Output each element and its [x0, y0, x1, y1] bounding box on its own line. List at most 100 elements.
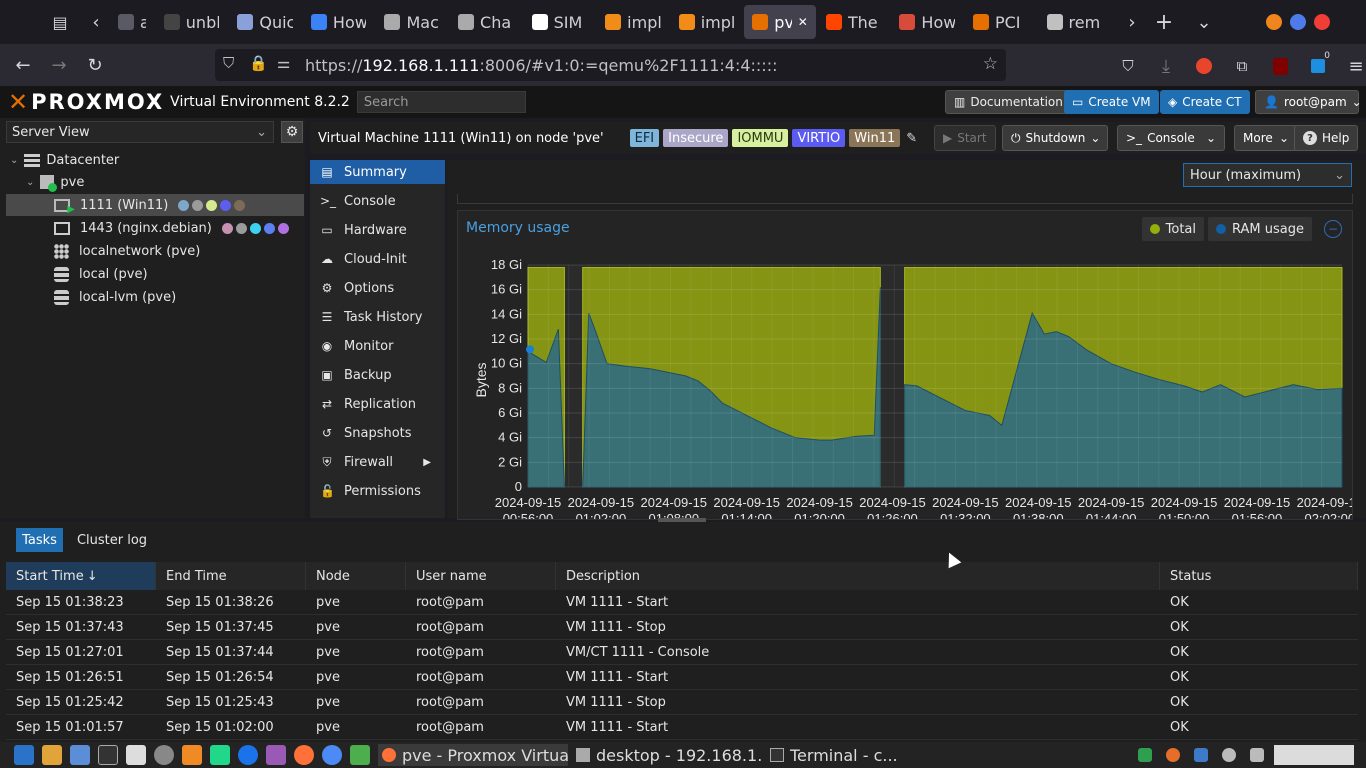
- terminal-app-icon[interactable]: [98, 745, 118, 765]
- menu-item-firewall[interactable]: ⛨ Firewall ▶: [310, 450, 445, 474]
- table-row[interactable]: Sep 15 01:25:42 Sep 15 01:25:43 pve root@pa…: [6, 690, 1358, 715]
- app-icon-infinity[interactable]: [266, 745, 286, 765]
- tree-item[interactable]: ▶ 1111 (Win11): [54, 194, 246, 216]
- tray-clock[interactable]: [1274, 745, 1354, 765]
- files-icon[interactable]: [42, 745, 62, 765]
- tree-datacenter[interactable]: ⌄ Datacenter: [10, 149, 119, 171]
- browser-tab[interactable]: pv ✕: [744, 5, 816, 39]
- bookmark-star-icon[interactable]: ☆: [983, 54, 998, 74]
- menu-item-snapshots[interactable]: ↺ Snapshots: [310, 421, 445, 445]
- vm-tag[interactable]: EFI: [629, 129, 660, 147]
- minimize-button[interactable]: [1266, 14, 1282, 30]
- edit-tags-pencil-icon[interactable]: ✎: [906, 131, 917, 146]
- close-window-button[interactable]: [1314, 14, 1330, 30]
- menu-item-permissions[interactable]: 🔓 Permissions: [310, 479, 445, 503]
- chevron-down-icon[interactable]: ⌄: [1090, 131, 1100, 145]
- vm-tag[interactable]: Insecure: [663, 129, 729, 147]
- tray-chart-icon[interactable]: [1194, 748, 1208, 762]
- tray-wifi-icon[interactable]: [1222, 748, 1236, 762]
- menu-item-backup[interactable]: ▣ Backup: [310, 363, 445, 387]
- create-ct-button[interactable]: ◈ Create CT: [1160, 90, 1250, 114]
- tab-overview-icon[interactable]: ▤: [38, 4, 82, 40]
- browser-tab[interactable]: SIM: [524, 5, 596, 39]
- browser-tab[interactable]: PCI: [965, 5, 1037, 39]
- menu-item-replication[interactable]: ⇄ Replication: [310, 392, 445, 416]
- tree-node-pve[interactable]: ⌄ pve: [26, 171, 84, 193]
- start-button[interactable]: ▶ Start: [934, 125, 996, 151]
- vm-tag[interactable]: Win11: [849, 129, 901, 147]
- vm-tag[interactable]: IOMMU: [732, 129, 789, 147]
- browser-tab[interactable]: impl: [671, 5, 743, 39]
- more-button[interactable]: More ⌄: [1234, 125, 1298, 151]
- extension-blue-icon[interactable]: 0: [1300, 48, 1336, 84]
- create-vm-button[interactable]: ▭ Create VM: [1064, 90, 1159, 114]
- timeframe-select[interactable]: Hour (maximum) ⌄: [1183, 163, 1352, 187]
- taskbar-window-terminal[interactable]: Terminal - c...: [766, 744, 1016, 766]
- browser-tab[interactable]: Mac: [376, 5, 448, 39]
- menu-item-summary[interactable]: ▤ Summary: [310, 160, 445, 184]
- browser-tab[interactable]: Quic: [229, 5, 301, 39]
- user-menu-button[interactable]: 👤 root@pam ⌄: [1255, 90, 1362, 114]
- tree-item[interactable]: localnetwork (pve): [54, 240, 210, 262]
- console-button[interactable]: >_ Console ⌄: [1117, 125, 1225, 151]
- server-view-select[interactable]: Server View ⌄: [6, 121, 274, 143]
- folder-icon[interactable]: [70, 745, 90, 765]
- column-header-status[interactable]: Status: [1160, 562, 1358, 590]
- menu-item-cloud-init[interactable]: ☁ Cloud-Init: [310, 247, 445, 271]
- menu-item-console[interactable]: >_ Console: [310, 189, 445, 213]
- column-header-description[interactable]: Description: [556, 562, 1160, 590]
- maximize-button[interactable]: [1290, 14, 1306, 30]
- new-tab-icon[interactable]: +: [1146, 4, 1182, 40]
- app-icon-green[interactable]: [350, 745, 370, 765]
- vm-tag[interactable]: VIRTIO: [792, 129, 846, 147]
- table-row[interactable]: Sep 15 01:01:57 Sep 15 01:02:00 pve root@pa…: [6, 715, 1358, 740]
- tree-settings-button[interactable]: ⚙: [281, 121, 303, 143]
- sublime-icon[interactable]: [182, 745, 202, 765]
- tray-icon-green[interactable]: [1138, 748, 1152, 762]
- table-row[interactable]: Sep 15 01:38:23 Sep 15 01:38:26 pve root@pa…: [6, 590, 1358, 615]
- shield-icon[interactable]: ⛉: [223, 54, 234, 72]
- browser-tab[interactable]: The: [818, 5, 890, 39]
- table-row[interactable]: Sep 15 01:37:43 Sep 15 01:37:45 pve root@pa…: [6, 615, 1358, 640]
- tree-item[interactable]: 1443 (nginx.debian): [54, 217, 289, 239]
- tray-volume-icon[interactable]: [1250, 748, 1264, 762]
- column-header-user-name[interactable]: User name: [406, 562, 556, 590]
- browser-tab[interactable]: Cha: [450, 5, 522, 39]
- app-icon-w[interactable]: [154, 745, 174, 765]
- tab-list-icon[interactable]: ⌄: [1186, 4, 1222, 40]
- reload-icon[interactable]: ↻: [77, 47, 113, 83]
- tab-cluster-log[interactable]: Cluster log: [72, 528, 152, 552]
- permissions-icon[interactable]: ⚌: [277, 54, 290, 72]
- lock-warning-icon[interactable]: 🔒: [249, 54, 268, 72]
- menu-hamburger-icon[interactable]: ≡: [1338, 48, 1366, 84]
- browser-tab[interactable]: How: [303, 5, 375, 39]
- tree-item[interactable]: local (pve): [54, 263, 158, 285]
- tab-scroll-right-icon[interactable]: ›: [1118, 4, 1146, 40]
- browser-tab[interactable]: ac: [110, 5, 154, 39]
- firefox-icon[interactable]: [294, 745, 314, 765]
- legend-item[interactable]: Total: [1141, 217, 1205, 241]
- table-row[interactable]: Sep 15 01:26:51 Sep 15 01:26:54 pve root@pa…: [6, 665, 1358, 690]
- back-icon[interactable]: ←: [5, 47, 41, 83]
- forward-icon[interactable]: →: [41, 47, 77, 83]
- ublock-icon[interactable]: [1262, 48, 1298, 84]
- extension-red-icon[interactable]: [1186, 48, 1222, 84]
- menu-item-hardware[interactable]: ▭ Hardware: [310, 218, 445, 242]
- chart-collapse-icon[interactable]: −: [1324, 220, 1342, 238]
- collapse-icon[interactable]: ⌄: [26, 177, 34, 188]
- search-input[interactable]: Search: [356, 91, 526, 113]
- tab-tasks[interactable]: Tasks: [16, 528, 63, 552]
- screenshot-app-icon[interactable]: [126, 745, 146, 765]
- tab-scroll-left-icon[interactable]: ‹: [82, 4, 110, 40]
- start-menu-icon[interactable]: [14, 745, 34, 765]
- collapse-icon[interactable]: ⌄: [10, 155, 18, 166]
- downloads-icon[interactable]: ⤓: [1148, 48, 1184, 84]
- browser-tab[interactable]: How: [891, 5, 963, 39]
- resize-handle[interactable]: [658, 518, 706, 522]
- documentation-button[interactable]: ▥ Documentation: [945, 90, 1072, 114]
- column-header-node[interactable]: Node: [306, 562, 406, 590]
- column-header-end-time[interactable]: End Time: [156, 562, 306, 590]
- shutdown-button[interactable]: ⏻ Shutdown ⌄: [1002, 125, 1108, 151]
- chromium-icon[interactable]: [322, 745, 342, 765]
- chevron-down-icon[interactable]: ⌄: [1206, 131, 1216, 145]
